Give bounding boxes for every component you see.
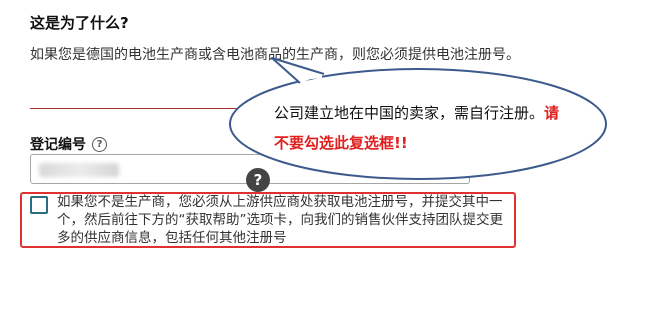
callout-main-text: 公司建立地在中国的卖家，需自行注册。	[274, 104, 545, 122]
callout-text: 公司建立地在中国的卖家，需自行注册。请不要勾选此复选框!!	[274, 98, 570, 158]
